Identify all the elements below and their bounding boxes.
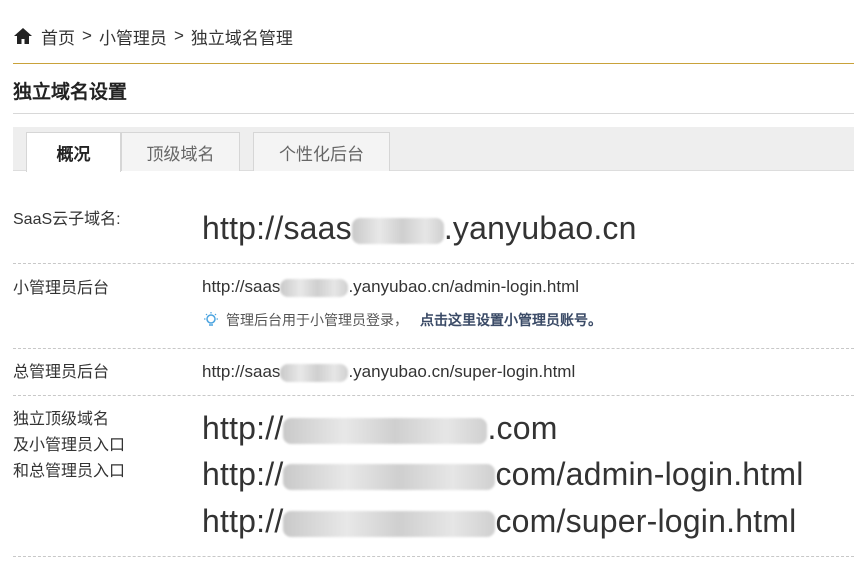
header-divider <box>13 63 854 64</box>
saas-domain-label: SaaS云子域名: <box>13 211 121 228</box>
row-divider <box>13 556 854 557</box>
row-divider <box>13 348 854 349</box>
independent-domain-label-line3: 和总管理员入口 <box>13 463 126 480</box>
redacted-text <box>280 363 349 382</box>
breadcrumb-current: 独立域名管理 <box>190 28 293 48</box>
independent-domain-url[interactable]: http:// .com <box>202 410 558 447</box>
admin-login-url-suffix: .yanyubao.cn/admin-login.html <box>348 277 580 296</box>
breadcrumb-separator: > <box>173 26 184 45</box>
admin-tip: 管理后台用于小管理员登录， 点击这里设置小管理员账号。 <box>202 310 602 330</box>
breadcrumb: 首页 > 小管理员 > 独立域名管理 <box>13 22 293 50</box>
independent-admin-url-prefix: http:// <box>202 456 284 492</box>
row-divider <box>13 395 854 396</box>
saas-domain-url-suffix: .yanyubao.cn <box>443 210 637 246</box>
title-divider <box>13 113 854 114</box>
independent-super-login-url[interactable]: http:// com/super-login.html <box>202 503 796 540</box>
independent-domain-label-line2: 及小管理员入口 <box>13 437 126 454</box>
independent-domain-label: 独立顶级域名 及小管理员入口 和总管理员入口 <box>13 407 125 485</box>
independent-domain-url-prefix: http:// <box>202 410 284 446</box>
tab-custom-backend[interactable]: 个性化后台 <box>253 132 390 171</box>
breadcrumb-home-link[interactable]: 首页 <box>41 24 75 49</box>
saas-domain-url-prefix: http://saas <box>202 210 352 246</box>
admin-backend-label: 小管理员后台 <box>13 280 110 297</box>
admin-login-url-prefix: http://saas <box>202 277 281 296</box>
independent-admin-url-suffix: com/admin-login.html <box>495 456 804 492</box>
home-icon[interactable] <box>13 26 33 46</box>
independent-domain-label-line1: 独立顶级域名 <box>13 411 110 428</box>
independent-domain-url-suffix: .com <box>487 410 558 446</box>
set-admin-account-link[interactable]: 点击这里设置小管理员账号。 <box>420 310 602 330</box>
super-login-url-prefix: http://saas <box>202 362 281 381</box>
redacted-text <box>283 463 496 490</box>
redacted-text <box>283 510 496 537</box>
super-backend-label: 总管理员后台 <box>13 364 110 381</box>
super-login-url[interactable]: http://saas .yanyubao.cn/super-login.html <box>202 362 575 382</box>
breadcrumb-admin-link[interactable]: 小管理员 <box>99 24 167 49</box>
independent-super-url-suffix: com/super-login.html <box>495 503 797 539</box>
admin-tip-text: 管理后台用于小管理员登录， <box>226 312 408 328</box>
section-title: 独立域名设置 <box>13 82 128 103</box>
independent-admin-login-url[interactable]: http:// com/admin-login.html <box>202 456 804 493</box>
independent-super-url-prefix: http:// <box>202 503 284 539</box>
lightbulb-icon <box>202 311 220 329</box>
redacted-text <box>283 417 488 444</box>
redacted-text <box>280 278 349 297</box>
row-divider <box>13 263 854 264</box>
super-login-url-suffix: .yanyubao.cn/super-login.html <box>348 362 576 381</box>
saas-domain-url[interactable]: http://saas .yanyubao.cn <box>202 210 637 247</box>
breadcrumb-separator: > <box>82 26 92 45</box>
redacted-text <box>351 217 444 244</box>
tab-top-level-domain[interactable]: 顶级域名 <box>121 132 240 171</box>
admin-login-url[interactable]: http://saas .yanyubao.cn/admin-login.html <box>202 277 579 297</box>
tab-bar: 概况 顶级域名 个性化后台 <box>13 127 854 172</box>
tab-overview[interactable]: 概况 <box>26 132 121 172</box>
